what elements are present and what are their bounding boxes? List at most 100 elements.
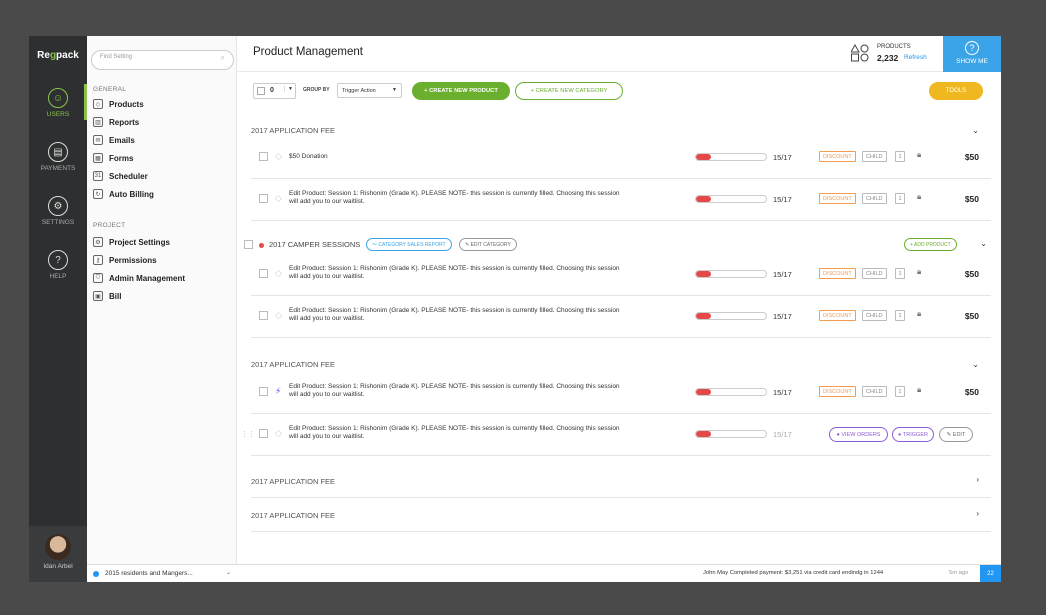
activity-time: 5m ago [949,570,969,576]
group-header-camper[interactable]: 2017 CAMPER SESSIONS 〜 CATEGORY SALES RE… [237,236,1001,254]
row-checkbox[interactable] [259,269,268,278]
shield-icon: ⛉ [93,273,103,283]
group-checkbox[interactable] [244,240,253,249]
search-icon: ⌕ [220,53,225,62]
inventory-ratio: 15/17 [773,195,792,204]
chevron-down-icon[interactable]: ⌄ [972,126,979,135]
logo-text: Re [37,50,50,61]
chevron-right-icon[interactable]: › [976,509,979,518]
row-checkbox[interactable] [259,429,268,438]
app-logo[interactable]: Regpack [29,50,87,61]
product-price: $50 [964,269,979,279]
chevron-down-icon: ⌄ [225,570,231,576]
nav-item-scheduler[interactable]: 31 Scheduler [93,170,148,182]
project-selector[interactable]: 2015 residents and Mangers... ⌄ [87,564,237,582]
select-all-checkbox[interactable] [257,87,265,95]
table-row[interactable]: ⚡︎ Edit Product: Session 1: Rishonim (Gr… [251,372,991,414]
nav-item-project-settings[interactable]: ⚙ Project Settings [93,236,170,248]
discount-tag: DISCOUNT [819,151,856,162]
trigger-action-select[interactable]: Trigger Action ▼ [337,83,402,98]
caret-down-icon: ▼ [392,87,397,93]
page-title: Product Management [253,46,363,58]
show-me-label: SHOW ME [956,58,988,65]
nav-item-emails[interactable]: ✉ Emails [93,134,135,146]
table-row[interactable]: ◇ $50 Donation 15/17 DISCOUNT CHILD 1 🔒︎… [251,137,991,179]
bulk-select[interactable]: 0 ▼ [253,83,296,99]
products-icon: ◇ [93,99,103,109]
search-input[interactable]: Find Setting ⌕ [91,50,234,70]
trigger-button[interactable]: ● TRIGGER [892,427,934,442]
create-category-label: + CREATE NEW CATEGORY [530,88,608,94]
lock-icon: 🔒︎ [917,385,922,394]
category-sales-report-button[interactable]: 〜 CATEGORY SALES REPORT [366,238,452,251]
edit-button[interactable]: ✎ EDIT [939,427,973,442]
help-icon: ? [48,250,68,270]
discount-tag: DISCOUNT [819,193,856,204]
progress-fill [696,389,712,395]
notification-badge[interactable]: 22 [980,565,1001,582]
create-category-button[interactable]: + CREATE NEW CATEGORY [515,82,623,100]
search-placeholder: Find Setting [100,54,133,60]
nav-item-reports[interactable]: ▥ Reports [93,116,139,128]
nav-item-label: Bill [109,291,122,301]
row-checkbox[interactable] [259,311,268,320]
child-tag: CHILD [862,386,887,397]
inventory-ratio: 15/17 [773,270,792,279]
trigger-action-value: Trigger Action [342,88,376,94]
nav-item-label: Auto Billing [109,189,154,199]
progress-fill [696,154,712,160]
nav-item-auto-billing[interactable]: ↻ Auto Billing [93,188,154,200]
group-title: 2017 APPLICATION FEE [251,511,336,520]
row-checkbox[interactable] [259,387,268,396]
rail-help[interactable]: ? HELP [29,250,87,280]
count-tag: 1 [895,151,906,162]
table-row[interactable]: ◇ Edit Product: Session 1: Rishonim (Gra… [251,414,991,456]
count-tag: 1 [895,386,906,397]
lock-icon: 🔒︎ [917,309,922,318]
group-header-collapsed[interactable]: 2017 APPLICATION FEE › [251,498,991,532]
caret-down-icon[interactable]: ▼ [284,86,293,92]
nav-item-forms[interactable]: ▦ Forms [93,152,133,164]
rail-payments[interactable]: ▤ PAYMENTS [29,142,87,172]
chevron-down-icon[interactable]: ⌄ [980,239,987,248]
create-product-label: + CREATE NEW PRODUCT [424,88,498,94]
table-row[interactable]: ◇ Edit Product: Session 1: Rishonim (Gra… [251,254,991,296]
product-name: Edit Product: Session 1: Rishonim (Grade… [289,307,620,322]
view-orders-button[interactable]: ● VIEW ORDERS [829,427,888,442]
nav-item-bill[interactable]: ▣ Bill [93,290,121,302]
discount-tag: DISCOUNT [819,310,856,321]
table-row[interactable]: ◇ Edit Product: Session 1: Rishonim (Gra… [251,179,991,221]
create-product-button[interactable]: + CREATE NEW PRODUCT [412,82,510,100]
inventory-ratio: 15/17 [773,312,792,321]
nav-item-products[interactable]: ◇ Products [93,98,144,110]
rail-settings[interactable]: ⚙ SETTINGS [29,196,87,226]
rail-help-label: HELP [49,273,67,280]
current-user[interactable]: Idan Arbel [29,526,87,582]
child-tag: CHILD [862,151,887,162]
group-header-collapsed[interactable]: 2017 APPLICATION FEE › [251,464,991,498]
edit-category-button[interactable]: ✎ EDIT CATEGORY [459,238,517,251]
table-row[interactable]: ◇ Edit Product: Session 1: Rishonim (Gra… [251,296,991,338]
nav-item-label: Permissions [109,255,157,265]
inventory-progress [695,430,767,438]
settings-nav: Find Setting ⌕ GENERAL ◇ Products ▥ Report… [87,36,237,582]
lightning-icon: ◇ [275,268,282,278]
project-selector-label: 2015 residents and Mangers... [105,570,193,577]
row-checkbox[interactable] [259,152,268,161]
refresh-link[interactable]: Refresh [904,54,927,61]
count-tag: 1 [895,310,906,321]
inventory-progress [695,195,767,203]
products-count: 2,232 [877,53,899,63]
add-product-button[interactable]: + ADD PRODUCT [904,238,957,251]
show-me-button[interactable]: ? SHOW ME [943,36,1001,72]
chevron-down-icon[interactable]: ⌄ [972,360,979,369]
nav-item-permissions[interactable]: ⚷ Permissions [93,254,157,266]
discount-tag: DISCOUNT [819,268,856,279]
row-checkbox[interactable] [259,194,268,203]
nav-item-admin-management[interactable]: ⛉ Admin Management [93,272,185,284]
reports-icon: ▥ [93,117,103,127]
child-tag: CHILD [862,268,887,279]
tools-button[interactable]: TOOLS [929,82,983,100]
chevron-right-icon[interactable]: › [976,475,979,484]
rail-users[interactable]: ☺ USERS [29,84,87,120]
